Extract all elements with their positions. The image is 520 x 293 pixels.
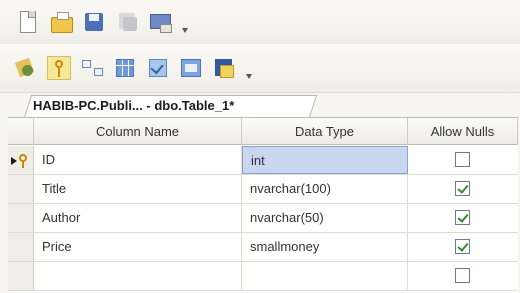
allow-nulls-header[interactable]: Allow Nulls — [408, 118, 518, 145]
generate-change-script-icon[interactable] — [212, 56, 236, 80]
save-all-icon[interactable] — [115, 10, 139, 34]
row-selector[interactable] — [8, 146, 34, 175]
allow-nulls-checkbox[interactable] — [455, 181, 470, 196]
row-selector[interactable] — [8, 204, 34, 233]
allow-nulls-checkbox[interactable] — [455, 239, 470, 254]
manage-indexes-icon[interactable] — [113, 56, 137, 80]
primary-key-current-row-icon — [11, 154, 31, 168]
data-type-cell[interactable]: int — [242, 146, 408, 174]
column-designer-grid: Column Name Data Type Allow Nulls ID int… — [8, 117, 518, 293]
table-row[interactable]: ID int — [34, 146, 518, 175]
allow-nulls-cell — [408, 204, 518, 232]
new-query-icon[interactable] — [148, 10, 172, 34]
data-type-cell[interactable]: nvarchar(50) — [242, 204, 408, 232]
save-icon[interactable] — [82, 10, 106, 34]
manage-spatial-indexes-icon[interactable] — [179, 56, 203, 80]
standard-toolbar — [0, 0, 520, 44]
document-tab-label[interactable]: HABIB-PC.Publi... - dbo.Table_1* — [33, 98, 234, 113]
table-row[interactable]: Title nvarchar(100) — [34, 175, 518, 204]
new-file-icon[interactable] — [16, 10, 40, 34]
column-name-cell[interactable]: ID — [34, 146, 242, 174]
row-selector[interactable] — [8, 262, 34, 291]
column-name-cell[interactable]: Author — [34, 204, 242, 232]
open-folder-icon[interactable] — [49, 10, 73, 34]
data-type-cell[interactable] — [242, 262, 408, 290]
column-name-cell[interactable]: Title — [34, 175, 242, 203]
column-name-header[interactable]: Column Name — [34, 118, 242, 145]
allow-nulls-checkbox[interactable] — [455, 152, 470, 167]
allow-nulls-checkbox[interactable] — [455, 210, 470, 225]
allow-nulls-cell — [408, 233, 518, 261]
new-table-row[interactable] — [34, 262, 518, 291]
table-row[interactable]: Author nvarchar(50) — [34, 204, 518, 233]
table-designer-toolbar — [0, 44, 520, 93]
table-row[interactable]: Price smallmoney — [34, 233, 518, 262]
row-selector-header — [8, 118, 34, 145]
column-name-cell[interactable] — [34, 262, 242, 290]
allow-nulls-cell — [408, 146, 518, 174]
data-type-cell[interactable]: smallmoney — [242, 233, 408, 261]
data-type-header[interactable]: Data Type — [242, 118, 408, 145]
column-name-cell[interactable]: Price — [34, 233, 242, 261]
toolbar-options-chevron-icon[interactable] — [245, 56, 253, 80]
data-type-cell[interactable]: nvarchar(100) — [242, 175, 408, 203]
allow-nulls-checkbox[interactable] — [455, 268, 470, 283]
row-selector[interactable] — [8, 175, 34, 204]
allow-nulls-cell — [408, 175, 518, 203]
row-selector[interactable] — [8, 233, 34, 262]
relationships-icon[interactable] — [14, 56, 38, 80]
manage-check-constraints-icon[interactable] — [146, 56, 170, 80]
allow-nulls-cell — [408, 262, 518, 290]
set-primary-key-icon[interactable] — [47, 56, 71, 80]
toolbar-options-chevron-icon[interactable] — [181, 10, 189, 34]
manage-relationships-icon[interactable] — [80, 56, 104, 80]
